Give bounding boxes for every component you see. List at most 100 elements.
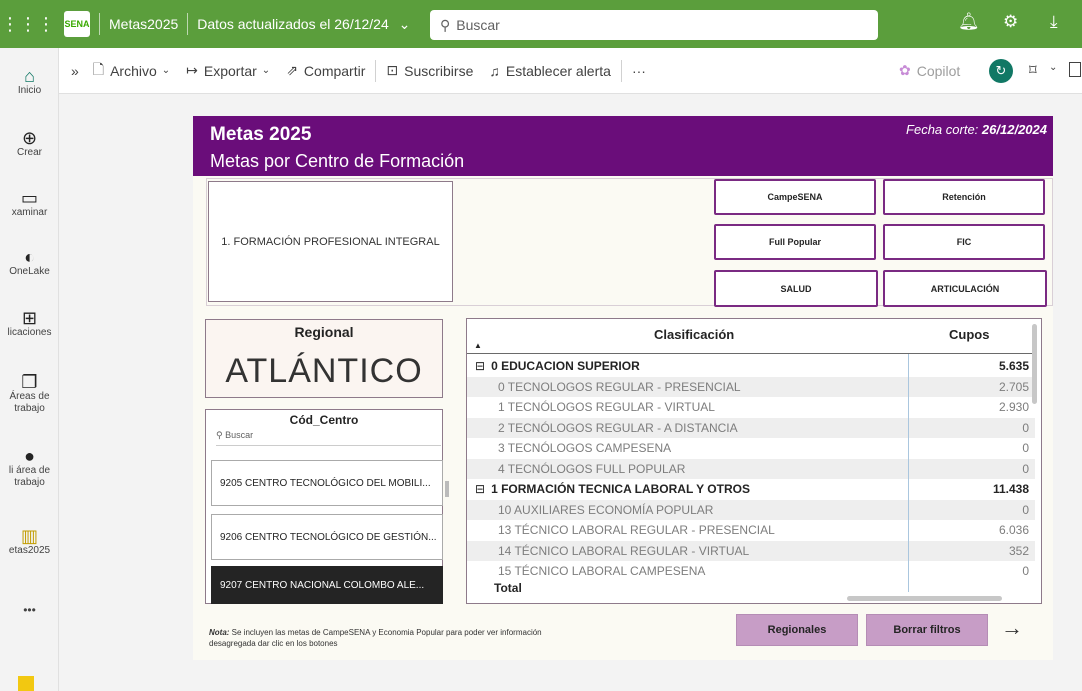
app-launcher-icon[interactable]: ⋮⋮⋮ bbox=[0, 0, 56, 48]
regional-label: Regional bbox=[294, 324, 354, 340]
centro-item-selected[interactable]: 9207 CENTRO NACIONAL COLOMBO ALE... bbox=[211, 566, 443, 604]
centro-slicer-label: Cód_Centro bbox=[289, 413, 359, 427]
rail-item-onelake[interactable]: ◐ OneLake bbox=[0, 247, 59, 278]
regional-value: ATLÁNTICO bbox=[225, 352, 423, 390]
row-value: 0 bbox=[1022, 420, 1029, 435]
command-bar: » 🗋 Archivo ⌄ ↦ Exportar ⌄ ⇗ Compartir ⊡ Suscr… bbox=[59, 48, 1082, 94]
data-updated-dropdown[interactable]: Datos actualizados el 26/12/24 ⌄ bbox=[197, 16, 410, 33]
workspaces-icon: ❐ bbox=[21, 372, 38, 392]
row-value: 0 bbox=[1022, 461, 1029, 476]
report-name[interactable]: Metas2025 bbox=[109, 16, 178, 32]
campesena-button[interactable]: CampeSENA bbox=[714, 179, 876, 215]
sena-logo: SENA bbox=[64, 11, 90, 37]
file-icon: 🗋 bbox=[92, 60, 105, 77]
row-label: ⊟ 1 FORMACIÓN TECNICA LABORAL Y OTROS bbox=[475, 482, 750, 496]
row-label: 3 TECNÓLOGOS CAMPESENA bbox=[498, 441, 671, 455]
divider bbox=[375, 59, 377, 82]
exportar-menu[interactable]: ↦ Exportar ⌄ bbox=[186, 62, 270, 79]
borrar-filtros-button[interactable]: Borrar filtros bbox=[866, 614, 988, 646]
fecha-corte: Fecha corte: 26/12/2024 bbox=[906, 122, 1047, 137]
salud-button[interactable]: SALUD bbox=[714, 270, 878, 307]
view-icon[interactable] bbox=[1069, 62, 1081, 77]
rail-item-mi-area-de-trabajo[interactable]: ● li área de trabajo bbox=[0, 447, 59, 489]
download-icon[interactable]: ⤓ bbox=[1050, 12, 1058, 32]
report-subtitle: Metas por Centro de Formación bbox=[210, 151, 465, 171]
divider bbox=[187, 13, 189, 35]
collapse-icon[interactable]: ⊟ bbox=[475, 482, 485, 496]
folder-icon: ▭ bbox=[20, 188, 38, 208]
table-row: 15 TÉCNICO LABORAL CAMPESENA 0 bbox=[467, 561, 1035, 581]
centro-item[interactable]: 9205 CENTRO TECNOLÓGICO DEL MOBILI... bbox=[211, 460, 443, 506]
row-value: 352 bbox=[1008, 543, 1029, 558]
vertical-scrollbar[interactable] bbox=[1032, 324, 1037, 404]
plus-circle-icon: ⊕ bbox=[21, 128, 38, 148]
col-header-cupos[interactable]: Cupos bbox=[949, 327, 989, 342]
centro-slicer: Cód_Centro ⚲ Buscar 9205 CENTRO TECNOLÓG… bbox=[205, 409, 443, 604]
compartir-label: Compartir bbox=[303, 62, 366, 79]
next-page-arrow-icon[interactable]: → bbox=[1001, 615, 1023, 641]
centro-scrollbar[interactable] bbox=[445, 481, 449, 497]
rail-item-crear[interactable]: ⊕ Crear bbox=[0, 128, 59, 159]
centro-search-input[interactable]: ⚲ Buscar bbox=[216, 430, 441, 446]
divider bbox=[620, 59, 622, 82]
table-row: 4 TECNÓLOGOS FULL POPULAR 0 bbox=[467, 458, 1035, 479]
rail-item-areas-de-trabajo[interactable]: ❐ Áreas de trabajo bbox=[0, 372, 59, 415]
rail-label: Áreas de trabajo bbox=[9, 391, 50, 414]
data-updated-text: Datos actualizados el 26/12/24 bbox=[197, 15, 389, 32]
row-label: 15 TÉCNICO LABORAL CAMPESENA bbox=[498, 564, 705, 578]
global-search-input[interactable]: ⚲ Buscar bbox=[430, 10, 878, 40]
centro-item[interactable]: 9206 CENTRO TECNOLÓGICO DE GESTIÓN... bbox=[211, 514, 443, 560]
copilot-button[interactable]: ✿ Copilot bbox=[899, 62, 960, 79]
bookmark-icon[interactable]: ⌑ bbox=[1029, 61, 1037, 79]
rail-item-metas2025[interactable]: ▥ etas2025 bbox=[0, 526, 59, 557]
rail-item-aplicaciones[interactable]: ⊞ licaciones bbox=[0, 309, 59, 339]
column-divider bbox=[908, 354, 909, 592]
row-label-text: 0 TECNOLOGOS REGULAR - PRESENCIAL bbox=[498, 379, 741, 394]
row-value: 11.438 bbox=[992, 482, 1029, 496]
rail-item-examinar[interactable]: ▭ xaminar bbox=[0, 188, 59, 219]
retencion-button[interactable]: Retención bbox=[883, 179, 1045, 215]
onelake-icon: ◐ bbox=[24, 247, 35, 267]
chevron-down-icon: ⌄ bbox=[261, 65, 271, 76]
reset-icon[interactable]: ↻ bbox=[989, 59, 1013, 83]
row-label-text: 14 TÉCNICO LABORAL REGULAR - VIRTUAL bbox=[498, 543, 750, 558]
horizontal-scrollbar[interactable] bbox=[847, 596, 1002, 601]
search-icon: ⚲ bbox=[216, 430, 223, 440]
clasificacion-matrix: Clasificación Cupos ▲ ⊟ 0 EDUCACION SUPER… bbox=[466, 318, 1042, 604]
formacion-slicer[interactable]: 1. FORMACIÓN PROFESIONAL INTEGRAL bbox=[208, 181, 453, 302]
header-divider bbox=[467, 353, 1035, 354]
row-value: 0 bbox=[1022, 564, 1029, 578]
row-label: 1 TECNÓLOGOS REGULAR - VIRTUAL bbox=[498, 400, 715, 414]
report-canvas: Metas 2025 Metas por Centro de Formación… bbox=[193, 116, 1053, 660]
fic-button[interactable]: FIC bbox=[883, 224, 1045, 260]
table-row: 0 TECNOLOGOS REGULAR - PRESENCIAL 2.705 bbox=[467, 376, 1035, 397]
table-row: 14 TÉCNICO LABORAL REGULAR - VIRTUAL 352 bbox=[467, 540, 1035, 561]
suscribirse-label: Suscribirse bbox=[404, 62, 474, 79]
rail-label: Inicio bbox=[17, 85, 42, 96]
archivo-menu[interactable]: 🗋 Archivo ⌄ bbox=[93, 59, 170, 83]
expand-pane-button[interactable]: » bbox=[71, 63, 79, 79]
subscribe-icon: ⊡ bbox=[386, 62, 399, 78]
table-row: 13 TÉCNICO LABORAL REGULAR - PRESENCIAL 6… bbox=[467, 520, 1035, 540]
alerta-label: Establecer alerta bbox=[505, 62, 611, 79]
suscribirse-button[interactable]: ⊡ Suscribirse bbox=[386, 62, 473, 79]
gear-icon[interactable]: ⚙ bbox=[1003, 12, 1018, 32]
bell-icon[interactable]: 🔔︎ bbox=[958, 12, 980, 32]
formacion-slicer-value: 1. FORMACIÓN PROFESIONAL INTEGRAL bbox=[221, 235, 440, 248]
row-label: ⊟ 0 EDUCACION SUPERIOR bbox=[475, 359, 640, 373]
chevron-down-icon[interactable]: ⌄ bbox=[1049, 62, 1057, 73]
group-row[interactable]: ⊟ 0 EDUCACION SUPERIOR 5.635 bbox=[467, 356, 1035, 376]
group-row[interactable]: ⊟ 1 FORMACIÓN TECNICA LABORAL Y OTROS 11.4… bbox=[467, 479, 1035, 499]
rail-more-button[interactable]: ••• bbox=[0, 604, 59, 616]
regionales-button[interactable]: Regionales bbox=[736, 614, 858, 646]
col-header-clasificacion[interactable]: Clasificación bbox=[654, 327, 734, 342]
establecer-alerta-button[interactable]: ♫ Establecer alerta bbox=[489, 63, 611, 79]
bell-icon: ♫ bbox=[489, 62, 500, 79]
full-popular-button[interactable]: Full Popular bbox=[714, 224, 876, 260]
articulacion-button[interactable]: ARTICULACIÓN bbox=[883, 270, 1047, 307]
rail-item-inicio[interactable]: ⌂ Inicio bbox=[0, 67, 59, 97]
report-icon: ▥ bbox=[20, 526, 38, 546]
compartir-button[interactable]: ⇗ Compartir bbox=[286, 62, 365, 79]
more-options-button[interactable]: ··· bbox=[632, 63, 646, 79]
collapse-icon[interactable]: ⊟ bbox=[475, 359, 485, 373]
